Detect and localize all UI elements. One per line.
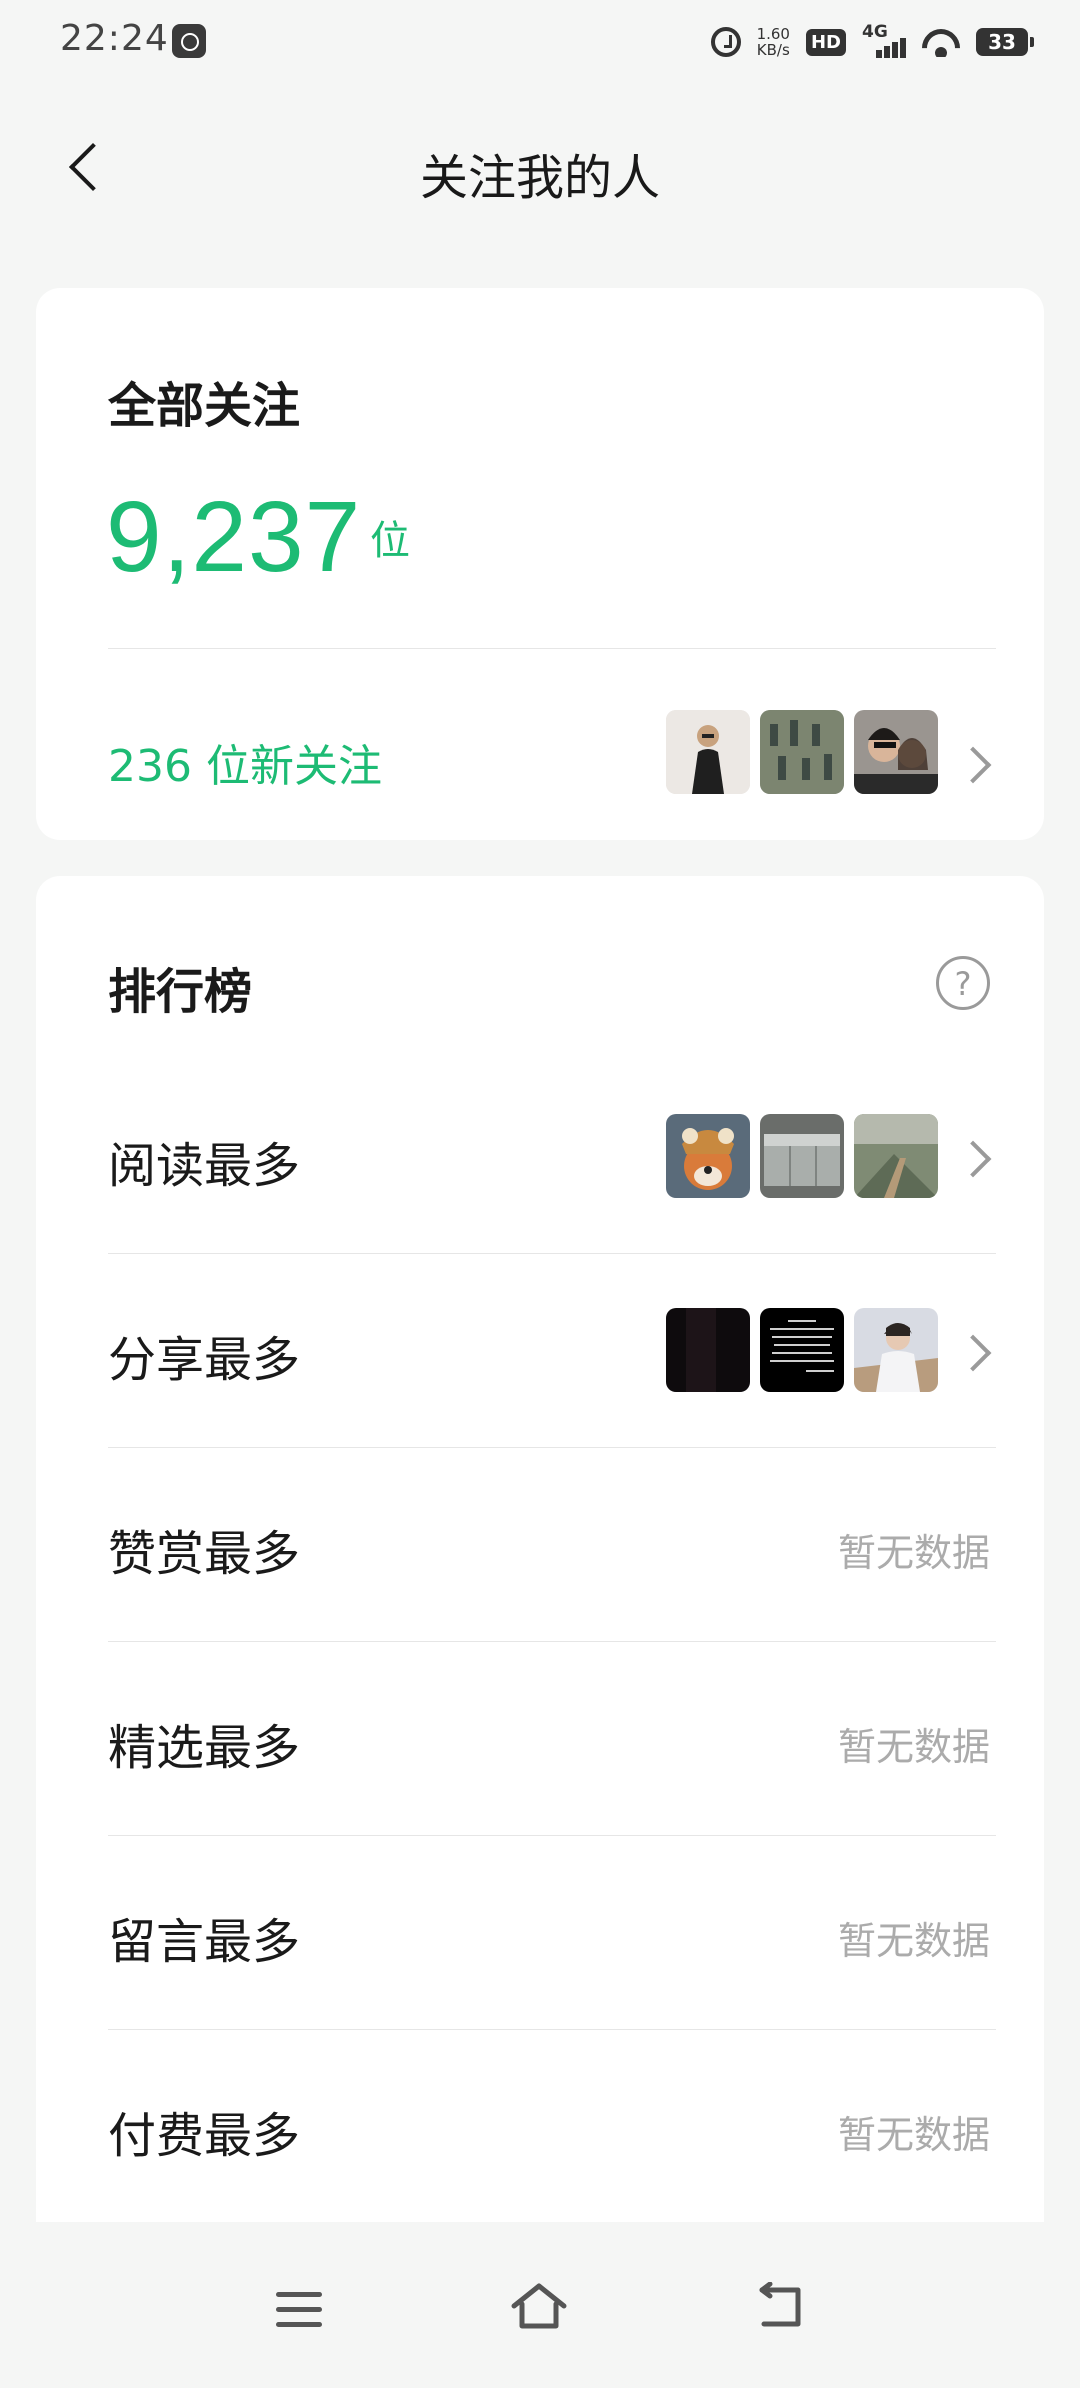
header: 关注我的人 [0, 110, 1080, 230]
chevron-right-icon [962, 1338, 986, 1362]
no-data-text: 暂无数据 [837, 1531, 990, 1575]
menu-icon[interactable] [276, 2292, 322, 2328]
ranking-row-most-featured[interactable]: 精选最多 暂无数据 [36, 1642, 1044, 1836]
thumbnail [666, 1114, 750, 1198]
thumbnail [854, 1308, 938, 1392]
page-title: 关注我的人 [419, 150, 660, 206]
followers-unit: 位 [370, 518, 410, 564]
ranking-row-label: 留言最多 [108, 1914, 301, 1970]
network-speed-value: 1.60 [756, 25, 790, 43]
question-circle-icon[interactable]: ? [936, 956, 990, 1010]
followers-summary-card: 全部关注 9,237 位 236 位新关注 [36, 288, 1044, 840]
avatar [666, 710, 750, 794]
hd-icon: HD [805, 28, 846, 56]
ranking-row-label: 赞赏最多 [108, 1526, 301, 1582]
thumbnail [854, 1114, 938, 1198]
ranking-row-most-comments[interactable]: 留言最多 暂无数据 [36, 1836, 1044, 2030]
ranking-row-label: 付费最多 [108, 2108, 301, 2164]
ranking-row-most-paid[interactable]: 付费最多 暂无数据 [36, 2030, 1044, 2224]
avatar [760, 710, 844, 794]
all-followers-label: 全部关注 [108, 378, 301, 434]
ranking-row-thumbs [666, 1114, 938, 1198]
no-data-text: 暂无数据 [837, 1919, 990, 1963]
wifi-icon [922, 27, 960, 57]
battery-level: 33 [988, 30, 1016, 54]
ranking-row-label: 分享最多 [108, 1332, 301, 1388]
followers-count: 9,237 [106, 481, 362, 593]
avatar [854, 710, 938, 794]
home-icon[interactable] [510, 2282, 568, 2330]
signal-icon: 4G [862, 22, 906, 60]
thumbnail [666, 1308, 750, 1392]
network-speed-unit: KB/s [756, 41, 790, 59]
no-data-text: 暂无数据 [837, 1725, 990, 1769]
alarm-icon [710, 27, 741, 57]
new-followers-text: 236 位新关注 [108, 741, 382, 792]
battery-icon: 33 [976, 28, 1034, 56]
network-speed: 1.60 KB/s [757, 26, 790, 58]
new-followers-avatars [666, 710, 938, 794]
chevron-right-icon [962, 1144, 986, 1168]
ranking-row-most-rewarded[interactable]: 赞赏最多 暂无数据 [36, 1448, 1044, 1642]
status-bar: 22:24 1.60 KB/s HD 4G 33 [0, 0, 1080, 84]
divider [108, 648, 996, 649]
system-nav-bar [0, 2222, 1080, 2388]
new-followers-row[interactable]: 236 位新关注 [36, 688, 1044, 818]
no-data-text: 暂无数据 [837, 2113, 990, 2157]
ranking-title: 排行榜 [108, 964, 253, 1020]
ranking-row-most-read[interactable]: 阅读最多 [36, 1060, 1044, 1254]
thumbnail [760, 1114, 844, 1198]
notification-app-icon [172, 24, 206, 58]
thumbnail [760, 1308, 844, 1392]
chevron-right-icon [962, 750, 986, 774]
ranking-row-label: 精选最多 [108, 1720, 301, 1776]
network-type: 4G [862, 22, 888, 42]
back-icon[interactable] [756, 2281, 804, 2330]
ranking-row-label: 阅读最多 [108, 1138, 301, 1194]
ranking-card: 排行榜 ? 阅读最多 分享最多 赞赏最多 暂无数据 精选最多 暂无数据 留言最多… [36, 876, 1044, 2224]
ranking-row-most-shared[interactable]: 分享最多 [36, 1254, 1044, 1448]
status-icons: 1.60 KB/s HD 4G 33 [710, 20, 1034, 64]
ranking-row-thumbs [666, 1308, 938, 1392]
status-time: 22:24 [60, 18, 169, 59]
